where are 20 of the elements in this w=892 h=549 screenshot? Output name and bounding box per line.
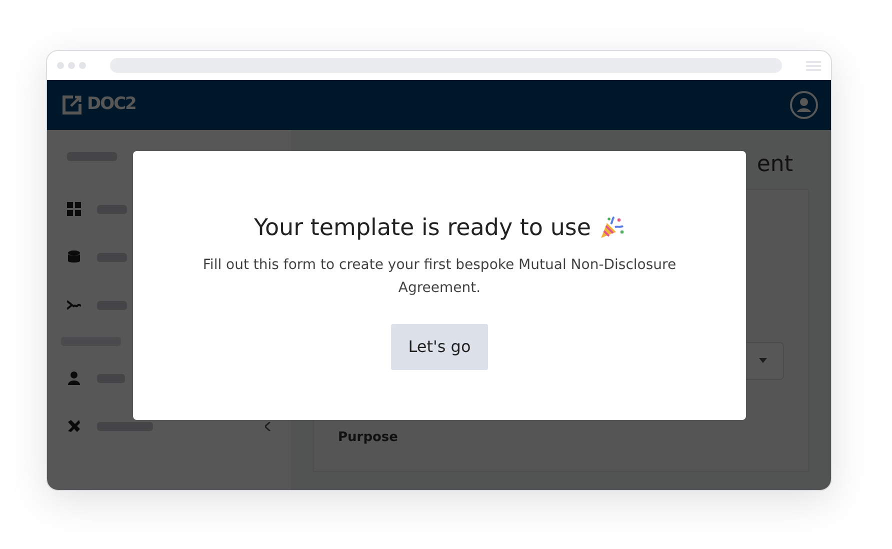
signature-icon[interactable] bbox=[67, 298, 81, 312]
menu-icon[interactable] bbox=[806, 60, 821, 70]
party-popper-icon bbox=[599, 216, 626, 240]
sidebar-item[interactable] bbox=[97, 422, 153, 430]
logo-text: DOC2 bbox=[87, 93, 136, 116]
window-dot[interactable] bbox=[68, 62, 75, 69]
user-icon[interactable] bbox=[67, 371, 81, 385]
logo-icon bbox=[61, 94, 83, 116]
field-label: Purpose bbox=[338, 428, 399, 446]
page-title: ent bbox=[756, 151, 793, 179]
modal-title: Your template is ready to use bbox=[254, 214, 592, 243]
lets-go-button[interactable]: Let's go bbox=[391, 324, 488, 370]
window-dot[interactable] bbox=[57, 62, 64, 69]
grid-icon[interactable] bbox=[67, 202, 81, 216]
database-icon[interactable] bbox=[67, 250, 81, 264]
modal-message: Fill out this form to create your first bespoke Mutual Non-Disclosure Agreement. bbox=[202, 256, 678, 298]
caret-icon bbox=[759, 358, 767, 363]
chevron-icon[interactable] bbox=[265, 422, 271, 430]
window-dot[interactable] bbox=[79, 62, 86, 69]
avatar-icon[interactable] bbox=[789, 90, 819, 120]
